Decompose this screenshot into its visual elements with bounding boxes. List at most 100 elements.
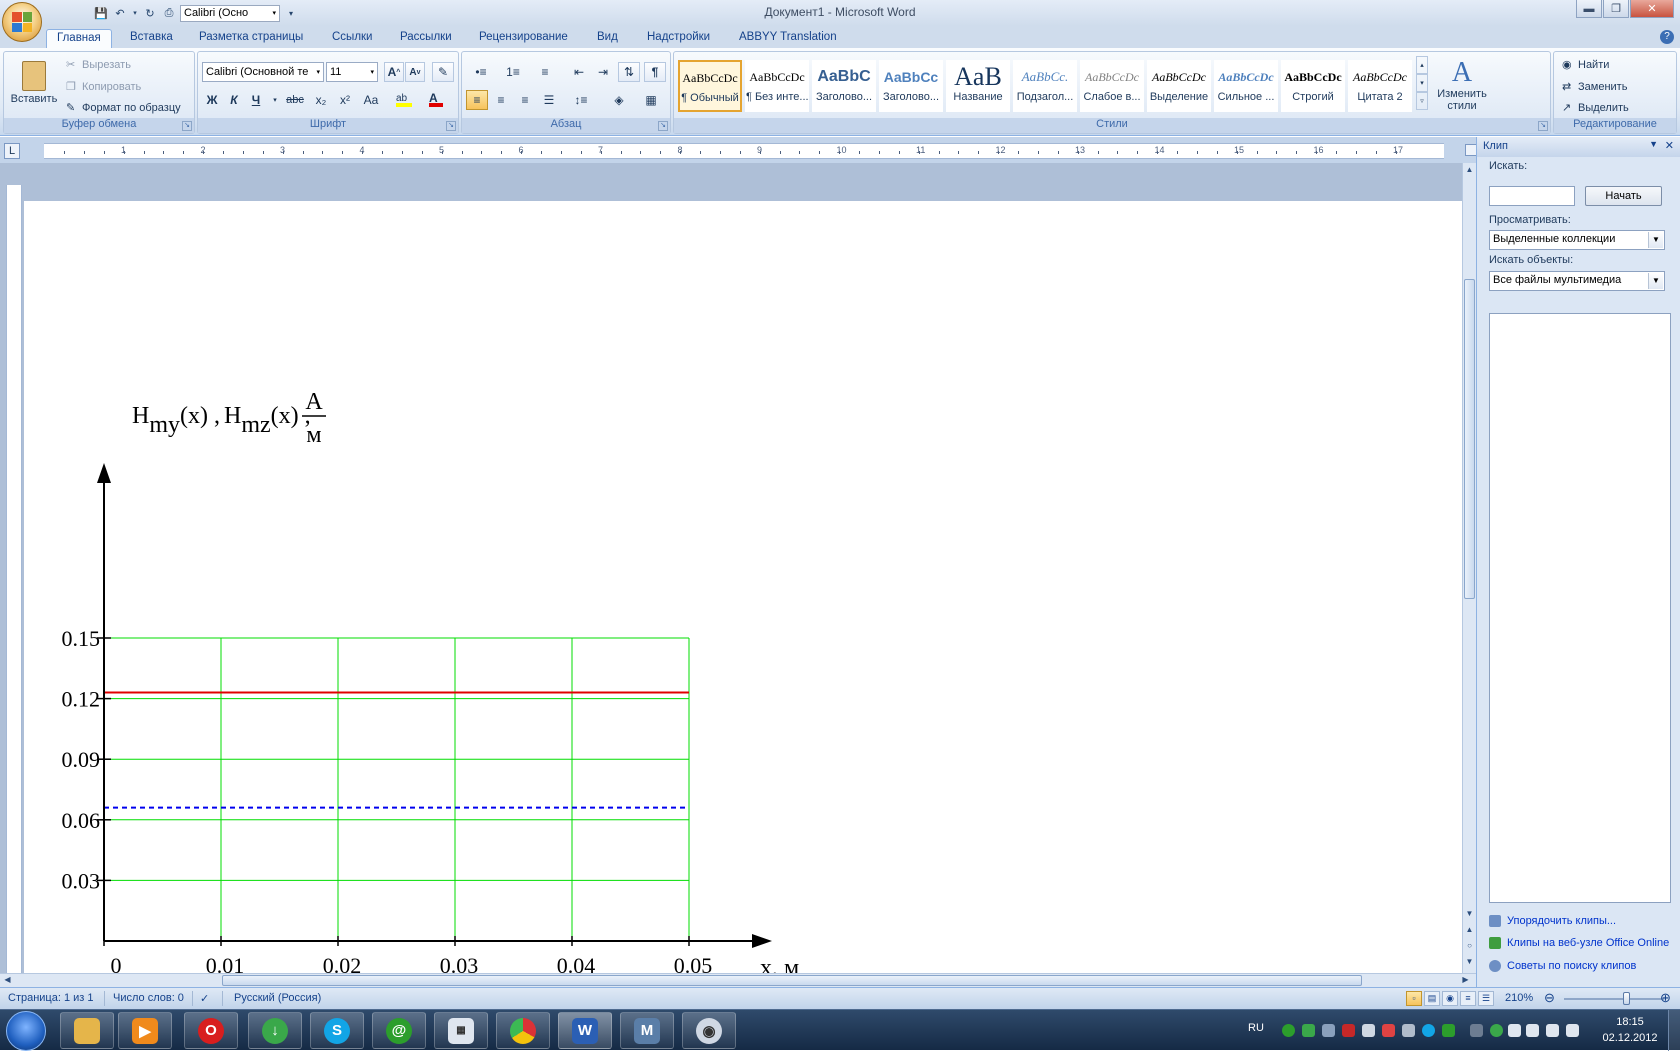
volume-icon[interactable]: [1526, 1024, 1539, 1037]
italic-button[interactable]: К: [224, 90, 244, 110]
antivirus-tray-icon[interactable]: [1342, 1024, 1355, 1037]
paste-button[interactable]: Вставить: [8, 54, 60, 112]
audio-alert-tray-icon[interactable]: [1382, 1024, 1395, 1037]
subscript-button[interactable]: x₂: [310, 90, 332, 110]
shrink-font-button[interactable]: Av: [405, 62, 425, 82]
search-tips-link[interactable]: Советы по поиску клипов: [1489, 960, 1636, 972]
cut-button[interactable]: Вырезать: [82, 59, 131, 71]
style-no-spacing[interactable]: AaBbCcDc ¶ Без инте...: [745, 60, 809, 112]
start-button[interactable]: [6, 1011, 46, 1051]
language-indicator[interactable]: Русский (Россия): [234, 992, 321, 1004]
vertical-scrollbar[interactable]: ▲ ▼ ▲ ○ ▼: [1462, 163, 1476, 973]
zoom-slider-track[interactable]: [1564, 998, 1664, 1000]
bold-button[interactable]: Ж: [202, 90, 222, 110]
underline-button[interactable]: Ч: [246, 90, 266, 110]
print-layout-view-icon[interactable]: ▫: [1406, 991, 1422, 1006]
language-bar-tray-icon[interactable]: [1470, 1024, 1483, 1037]
align-center-button[interactable]: ≡: [490, 90, 512, 110]
status-tray-icon[interactable]: [1490, 1024, 1503, 1037]
style-strong[interactable]: AaBbCcDc Строгий: [1281, 60, 1345, 112]
zoom-out-icon[interactable]: ⊖: [1544, 990, 1555, 1006]
change-styles-button[interactable]: A Изменить стили: [1434, 54, 1490, 116]
skype-tray-icon[interactable]: [1422, 1024, 1435, 1037]
style-heading-2[interactable]: AaBbCc Заголово...: [879, 60, 943, 112]
tab-insert[interactable]: Вставка: [120, 29, 183, 48]
zoom-level[interactable]: 210%: [1505, 992, 1533, 1004]
bullets-button[interactable]: •≡: [466, 62, 496, 82]
scroll-up-icon[interactable]: ▲: [1464, 165, 1475, 177]
office-online-link[interactable]: Клипы на веб-узле Office Online: [1489, 937, 1669, 949]
taskbar-chrome[interactable]: [496, 1012, 550, 1049]
superscript-button[interactable]: x²: [334, 90, 356, 110]
shading-button[interactable]: ◈: [604, 90, 634, 110]
pane-options-icon[interactable]: ▼: [1649, 139, 1658, 149]
power-icon[interactable]: [1566, 1024, 1579, 1037]
align-left-button[interactable]: ≡: [466, 90, 488, 110]
font-size-input[interactable]: 11 ▾: [326, 62, 378, 82]
restore-button[interactable]: ❐: [1603, 0, 1629, 18]
style-intense-emphasis[interactable]: AaBbCcDc Сильное ...: [1214, 60, 1278, 112]
full-screen-reading-view-icon[interactable]: ▤: [1424, 991, 1440, 1006]
outline-view-icon[interactable]: ≡: [1460, 991, 1476, 1006]
style-subtitle[interactable]: AaBbCc. Подзагол...: [1013, 60, 1077, 112]
increase-indent-button[interactable]: ⇥: [592, 62, 614, 82]
styles-more-icon[interactable]: ▿: [1416, 92, 1428, 110]
tab-home[interactable]: Главная: [46, 29, 112, 48]
tab-stop-selector[interactable]: L: [4, 143, 20, 159]
font-launcher-icon[interactable]: ↘: [446, 121, 456, 131]
styles-scroll-up-icon[interactable]: ▴: [1416, 56, 1428, 74]
numbering-button[interactable]: 1≡: [498, 62, 528, 82]
taskbar-word[interactable]: W: [558, 1012, 612, 1049]
borders-button[interactable]: ▦: [636, 90, 666, 110]
style-normal[interactable]: AaBbCcDc ¶ Обычный: [678, 60, 742, 112]
page-count[interactable]: Страница: 1 из 1: [8, 992, 94, 1004]
clip-results-box[interactable]: [1489, 313, 1671, 903]
spellcheck-icon[interactable]: ✓: [200, 992, 209, 1005]
mail-agent-tray-icon[interactable]: [1282, 1024, 1295, 1037]
minimize-button[interactable]: ▬: [1576, 0, 1602, 18]
clipboard-launcher-icon[interactable]: ↘: [182, 121, 192, 131]
web-layout-view-icon[interactable]: ◉: [1442, 991, 1458, 1006]
taskbar-explorer[interactable]: [60, 1012, 114, 1049]
scroll-right-icon[interactable]: ▶: [1460, 975, 1471, 987]
taskbar-opera[interactable]: O: [184, 1012, 238, 1049]
underline-dropdown-icon[interactable]: ▾: [270, 90, 280, 110]
usb-tray-icon[interactable]: [1362, 1024, 1375, 1037]
highlight-button[interactable]: ab: [390, 90, 418, 110]
taskbar-mathcad[interactable]: M: [620, 1012, 674, 1049]
update-tray-icon[interactable]: [1442, 1024, 1455, 1037]
taskbar-media-player[interactable]: ▶: [118, 1012, 172, 1049]
format-painter-button[interactable]: Формат по образцу: [82, 102, 181, 114]
copy-button[interactable]: Копировать: [82, 81, 141, 93]
next-page-icon[interactable]: ▼: [1464, 957, 1475, 969]
taskbar-paint[interactable]: ◉: [682, 1012, 736, 1049]
network-signal-icon[interactable]: [1546, 1024, 1559, 1037]
horizontal-ruler[interactable]: 1 2 3 4 5 6 7 8 9 10 11 12 13 14 15 16 17: [44, 143, 1444, 159]
scroll-left-icon[interactable]: ◀: [2, 975, 13, 987]
align-right-button[interactable]: ≡: [514, 90, 536, 110]
network-tray-icon[interactable]: [1322, 1024, 1335, 1037]
font-name-input[interactable]: Calibri (Основной те ▾: [202, 62, 324, 82]
show-formatting-button[interactable]: ¶: [644, 62, 666, 82]
scroll-down-icon[interactable]: ▼: [1464, 909, 1475, 921]
sort-button[interactable]: ⇅: [618, 62, 640, 82]
clipboard-tray-icon[interactable]: [1402, 1024, 1415, 1037]
vertical-scroll-thumb[interactable]: [1464, 279, 1475, 599]
help-icon[interactable]: ?: [1660, 30, 1674, 44]
word-count[interactable]: Число слов: 0: [113, 992, 184, 1004]
change-case-button[interactable]: Aa: [358, 90, 384, 110]
taskbar-download-manager[interactable]: ↓: [248, 1012, 302, 1049]
styles-scroll-down-icon[interactable]: ▾: [1416, 74, 1428, 92]
justify-button[interactable]: ☰: [538, 90, 560, 110]
previous-page-icon[interactable]: ▲: [1464, 925, 1475, 937]
find-button[interactable]: Найти: [1578, 59, 1609, 71]
horizontal-scrollbar[interactable]: ◀ ▶: [0, 973, 1476, 987]
tab-view[interactable]: Вид: [587, 29, 628, 48]
office-button[interactable]: [2, 2, 42, 42]
style-title[interactable]: AaB Название: [946, 60, 1010, 112]
tab-addins[interactable]: Надстройки: [637, 29, 720, 48]
style-subtle-emphasis[interactable]: AaBbCcDc Слабое в...: [1080, 60, 1144, 112]
flag-tray-icon[interactable]: [1508, 1024, 1521, 1037]
style-emphasis[interactable]: AaBbCcDc Выделение: [1147, 60, 1211, 112]
keyboard-language[interactable]: RU: [1248, 1022, 1264, 1034]
